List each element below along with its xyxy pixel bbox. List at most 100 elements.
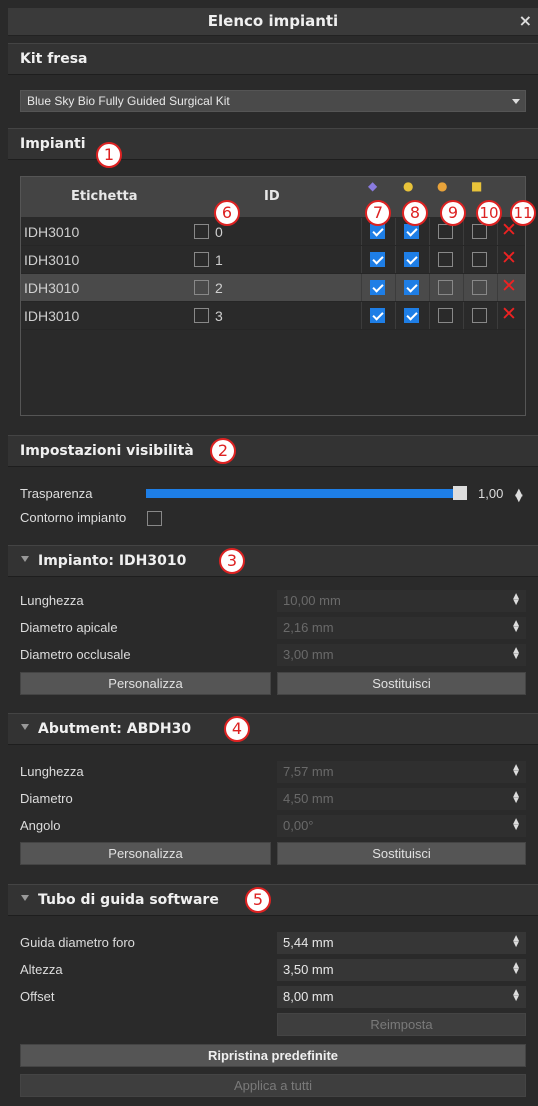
section-kit-fresa: Kit fresa: [8, 43, 538, 75]
implant-customize-button[interactable]: Personalizza: [20, 672, 271, 695]
field-value-input[interactable]: 0,00° ▲ ▼: [277, 815, 526, 837]
transparency-slider-handle[interactable]: [453, 486, 467, 500]
section-guide-tube: Tubo di guida software: [8, 884, 538, 916]
kit-fresa-select[interactable]: Blue Sky Bio Fully Guided Surgical Kit: [20, 90, 526, 112]
tooth-visible-checkbox[interactable]: [370, 308, 385, 323]
table-row[interactable]: IDH3010 2 ✕: [21, 274, 525, 302]
window-title: Elenco impianti: [207, 12, 339, 30]
spinner-icon[interactable]: ▲ ▼: [511, 817, 521, 833]
sleeve-visible-checkbox[interactable]: [404, 252, 419, 267]
field-label: Diametro apicale: [20, 620, 118, 635]
apply-all-button[interactable]: Applica a tutti: [20, 1074, 526, 1097]
section-visibility: Impostazioni visibilità: [8, 435, 538, 467]
implant-header[interactable]: Impianto: IDH3010: [38, 553, 186, 569]
abutment-header[interactable]: Abutment: ABDH30: [38, 721, 191, 737]
sleeve-visible-checkbox[interactable]: [404, 224, 419, 239]
chevron-down-icon: [512, 99, 520, 104]
spinner-icon[interactable]: ▲ ▼: [511, 592, 521, 608]
tooth-visible-checkbox[interactable]: [370, 224, 385, 239]
column-separator: [497, 302, 498, 329]
field-label: Diametro: [20, 791, 73, 806]
collapse-triangle-icon[interactable]: [21, 556, 29, 562]
contour-checkbox[interactable]: [147, 511, 162, 526]
delete-icon[interactable]: ✕: [501, 247, 517, 269]
field-value-input[interactable]: 10,00 mm ▲ ▼: [277, 590, 526, 612]
field-label: Offset: [20, 989, 55, 1004]
spinner-icon[interactable]: ▲ ▼: [511, 646, 521, 662]
implant-id: 3: [215, 308, 223, 324]
drill-visible-checkbox[interactable]: [438, 224, 453, 239]
collapse-triangle-icon[interactable]: [21, 724, 29, 730]
close-icon[interactable]: ×: [519, 11, 532, 30]
field-value: 4,50 mm: [283, 791, 334, 806]
abutment-customize-button[interactable]: Personalizza: [20, 842, 271, 865]
section-implant: Impianto: IDH3010: [8, 545, 538, 577]
field-value-input[interactable]: 5,44 mm ▲ ▼: [277, 932, 526, 954]
field-value-input[interactable]: 2,16 mm ▲ ▼: [277, 617, 526, 639]
field-value-input[interactable]: 3,00 mm ▲ ▼: [277, 644, 526, 666]
implant-replace-button[interactable]: Sostituisci: [277, 672, 526, 695]
field-value-input[interactable]: 4,50 mm ▲ ▼: [277, 788, 526, 810]
guide-tube-header[interactable]: Tubo di guida software: [38, 892, 219, 908]
lock-checkbox[interactable]: [472, 308, 487, 323]
spinner-icon[interactable]: ▲ ▼: [515, 488, 523, 504]
sleeve-visible-checkbox[interactable]: [404, 280, 419, 295]
implant-id: 1: [215, 252, 223, 268]
transparency-slider[interactable]: [146, 489, 456, 498]
drill-visibility-icon: ●: [437, 179, 448, 193]
drill-visible-checkbox[interactable]: [438, 280, 453, 295]
drill-visible-checkbox[interactable]: [438, 308, 453, 323]
abutment-replace-button[interactable]: Sostituisci: [277, 842, 526, 865]
column-separator: [463, 218, 464, 245]
column-separator: [395, 218, 396, 245]
field-label: Guida diametro foro: [20, 935, 135, 950]
field-label: Angolo: [20, 818, 61, 833]
field-value: 3,00 mm: [283, 647, 334, 662]
tooth-visible-checkbox[interactable]: [370, 280, 385, 295]
column-etichetta[interactable]: Etichetta: [71, 189, 138, 204]
lock-checkbox[interactable]: [472, 280, 487, 295]
implant-select-checkbox[interactable]: [194, 224, 209, 239]
column-separator: [463, 274, 464, 301]
spinner-icon[interactable]: ▲ ▼: [511, 961, 521, 977]
lock-checkbox[interactable]: [472, 224, 487, 239]
field-value: 8,00 mm: [283, 989, 334, 1004]
callout-badge-1: 1: [96, 142, 122, 168]
callout-badge-8: 8: [402, 200, 428, 226]
reset-button[interactable]: Reimposta: [277, 1013, 526, 1036]
implant-select-checkbox[interactable]: [194, 280, 209, 295]
column-separator: [361, 302, 362, 329]
spinner-icon[interactable]: ▲ ▼: [511, 790, 521, 806]
drill-visible-checkbox[interactable]: [438, 252, 453, 267]
spinner-icon[interactable]: ▲ ▼: [511, 988, 521, 1004]
spinner-icon[interactable]: ▲ ▼: [511, 934, 521, 950]
field-value-input[interactable]: 3,50 mm ▲ ▼: [277, 959, 526, 981]
lock-checkbox[interactable]: [472, 252, 487, 267]
sleeve-visible-checkbox[interactable]: [404, 308, 419, 323]
tooth-visible-checkbox[interactable]: [370, 252, 385, 267]
field-value-input[interactable]: 7,57 mm ▲ ▼: [277, 761, 526, 783]
callout-badge-3: 3: [219, 548, 245, 574]
visibility-header: Impostazioni visibilità: [20, 443, 194, 459]
restore-defaults-button[interactable]: Ripristina predefinite: [20, 1044, 526, 1067]
table-row[interactable]: IDH3010 1 ✕: [21, 246, 525, 274]
field-label: Diametro occlusale: [20, 647, 131, 662]
table-row[interactable]: IDH3010 3 ✕: [21, 302, 525, 330]
kit-fresa-header: Kit fresa: [20, 51, 88, 67]
collapse-triangle-icon[interactable]: [21, 895, 29, 901]
implant-select-checkbox[interactable]: [194, 308, 209, 323]
field-value: 10,00 mm: [283, 593, 341, 608]
impianti-header: Impianti: [20, 136, 86, 152]
spinner-icon[interactable]: ▲ ▼: [511, 763, 521, 779]
transparency-value[interactable]: 1,00: [478, 486, 503, 501]
field-value-input[interactable]: 8,00 mm ▲ ▼: [277, 986, 526, 1008]
field-value: 3,50 mm: [283, 962, 334, 977]
delete-icon[interactable]: ✕: [501, 275, 517, 297]
column-separator: [497, 246, 498, 273]
column-id[interactable]: ID: [264, 189, 280, 204]
field-label: Altezza: [20, 962, 63, 977]
spinner-icon[interactable]: ▲ ▼: [511, 619, 521, 635]
delete-icon[interactable]: ✕: [501, 303, 517, 325]
implant-select-checkbox[interactable]: [194, 252, 209, 267]
field-value: 7,57 mm: [283, 764, 334, 779]
